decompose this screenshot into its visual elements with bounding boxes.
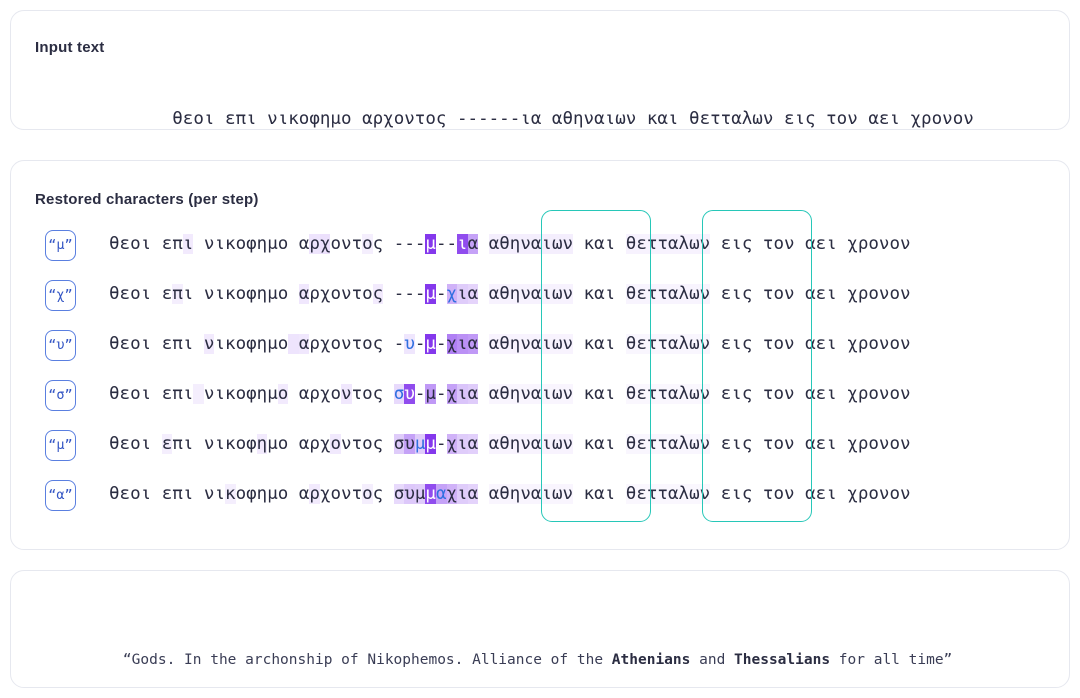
step-row: “μ” θεοι επι νικοφημο αρχοντος συμμ-χια α…	[11, 421, 1069, 471]
step-sequence: θεοι επι νικοφημο αρχοντος ---μ--ια αθην…	[109, 234, 911, 254]
step-row: “σ” θεοι επι νικοφημο αρχοντος συ-μ-χια α…	[11, 371, 1069, 421]
step-badge[interactable]: “μ”	[45, 230, 76, 261]
step-sequence: θεοι επι νικοφημο αρχοντος συμμ-χια αθην…	[109, 434, 911, 454]
translation-bold-thessalians: Thessalians	[734, 652, 831, 668]
step-sequence: θεοι επι νικοφημο αρχοντος συ-μ-χια αθην…	[109, 384, 911, 404]
step-row: “μ” θεοι επι νικοφημο αρχοντος ---μ--ια α…	[11, 221, 1069, 271]
step-row: “χ” θεοι επι νικοφημο αρχοντος ---μ-χια α…	[11, 271, 1069, 321]
step-badge[interactable]: “σ”	[45, 380, 76, 411]
step-badge[interactable]: “υ”	[45, 330, 76, 361]
step-sequence: θεοι επι νικοφημο αρχοντος ---μ-χια αθην…	[109, 284, 911, 304]
step-sequence: θεοι επι νικοφημο αρχοντος -υ-μ-χια αθην…	[109, 334, 911, 354]
translation-text: “Gods. In the archonship of Nikophemos. …	[88, 636, 952, 684]
step-badge[interactable]: “μ”	[45, 430, 76, 461]
translation-prefix: “Gods. In the archonship of Nikophemos. …	[122, 652, 612, 668]
input-text-card: Input text θεοι επι νικοφημο αρχοντος --…	[10, 10, 1070, 130]
step-badge[interactable]: “χ”	[45, 280, 76, 311]
step-badge[interactable]: “α”	[45, 480, 76, 511]
input-text-sequence: θεοι επι νικοφημο αρχοντος ------ια αθην…	[172, 109, 974, 129]
step-row: “α” θεοι επι νικοφημο αρχοντος συμμαχια α…	[11, 471, 1069, 521]
translation-suffix: for all time”	[830, 652, 953, 668]
input-text-title: Input text	[35, 39, 105, 56]
step-row: “υ” θεοι επι νικοφημο αρχοντος -υ-μ-χια α…	[11, 321, 1069, 371]
translation-bold-athenians: Athenians	[611, 652, 691, 668]
restored-characters-card: Restored characters (per step) “μ” θεοι ε…	[10, 160, 1070, 550]
step-sequence: θεοι επι νικοφημο αρχοντος συμμαχια αθην…	[109, 484, 911, 504]
translation-middle: and	[690, 652, 735, 668]
step-rows-container: “μ” θεοι επι νικοφημο αρχοντος ---μ--ια α…	[11, 221, 1069, 541]
restored-characters-title: Restored characters (per step)	[35, 191, 259, 208]
restoration-viewer: Input text θεοι επι νικοφημο αρχοντος --…	[0, 0, 1080, 698]
